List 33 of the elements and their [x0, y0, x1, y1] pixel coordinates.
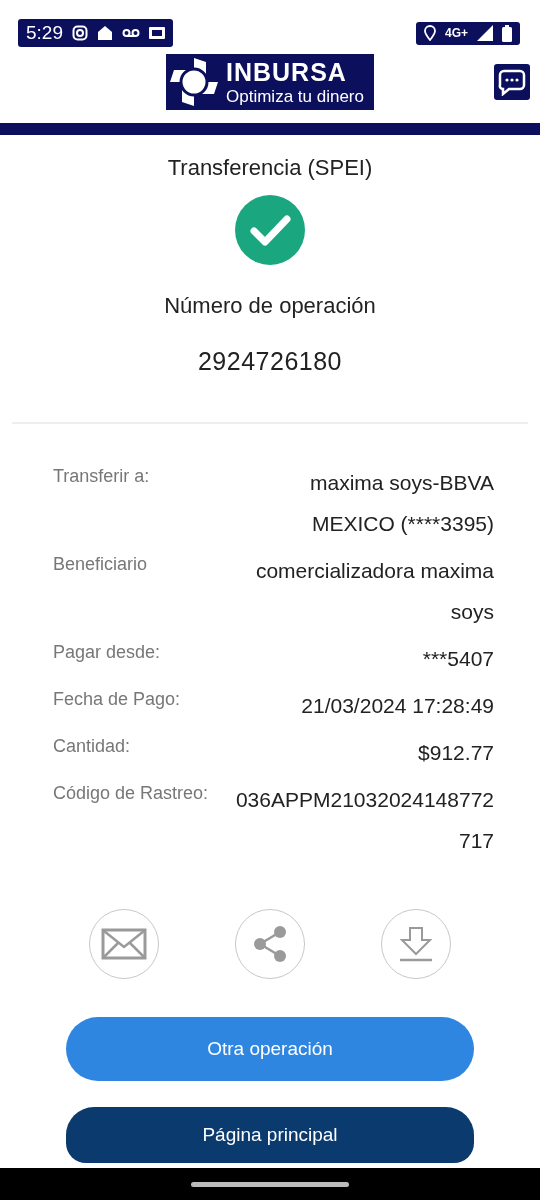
chat-button[interactable] [494, 64, 530, 100]
detail-label: Pagar desde: [53, 641, 162, 664]
detail-label: Fecha de Pago: [53, 688, 182, 711]
notification-icon [149, 27, 165, 39]
operation-number: 2924726180 [197, 347, 342, 376]
status-time: 5:29 [26, 22, 63, 44]
house-icon [97, 25, 113, 41]
download-icon [398, 926, 434, 962]
detail-value: 036APPM21032024148772717 [234, 787, 494, 854]
home-button[interactable]: Página principal [66, 1107, 474, 1163]
new-operation-button[interactable]: Otra operación [66, 1017, 474, 1081]
detail-value: comercializadora maxima soys [254, 558, 494, 625]
detail-label: Beneficiario [53, 553, 149, 576]
camera-icon [72, 25, 88, 41]
detail-label: Código de Rastreo: [53, 782, 210, 805]
detail-value: ***5407 [421, 646, 494, 672]
detail-label: Transferir a: [53, 465, 151, 488]
signal-icon [477, 25, 493, 41]
home-handle[interactable] [191, 1181, 349, 1187]
battery-icon [502, 24, 512, 42]
share-icon [252, 925, 288, 963]
detail-value: $912.77 [417, 740, 494, 766]
detail-label: Cantidad: [53, 735, 132, 758]
operation-label: Número de operación [164, 293, 376, 319]
detail-value: maxima soys-BBVA MEXICO (****3395) [309, 470, 494, 537]
network-type: 4G+ [445, 26, 468, 40]
detail-value: 21/03/2024 17:28:49 [300, 693, 494, 719]
location-icon [424, 25, 436, 41]
transfer-title: Transferencia (SPEI) [167, 155, 373, 181]
envelope-icon [101, 928, 147, 960]
brand-logo: INBURSA Optimiza tu dinero [166, 54, 374, 110]
success-check-icon [235, 195, 305, 265]
voicemail-icon [122, 28, 140, 38]
